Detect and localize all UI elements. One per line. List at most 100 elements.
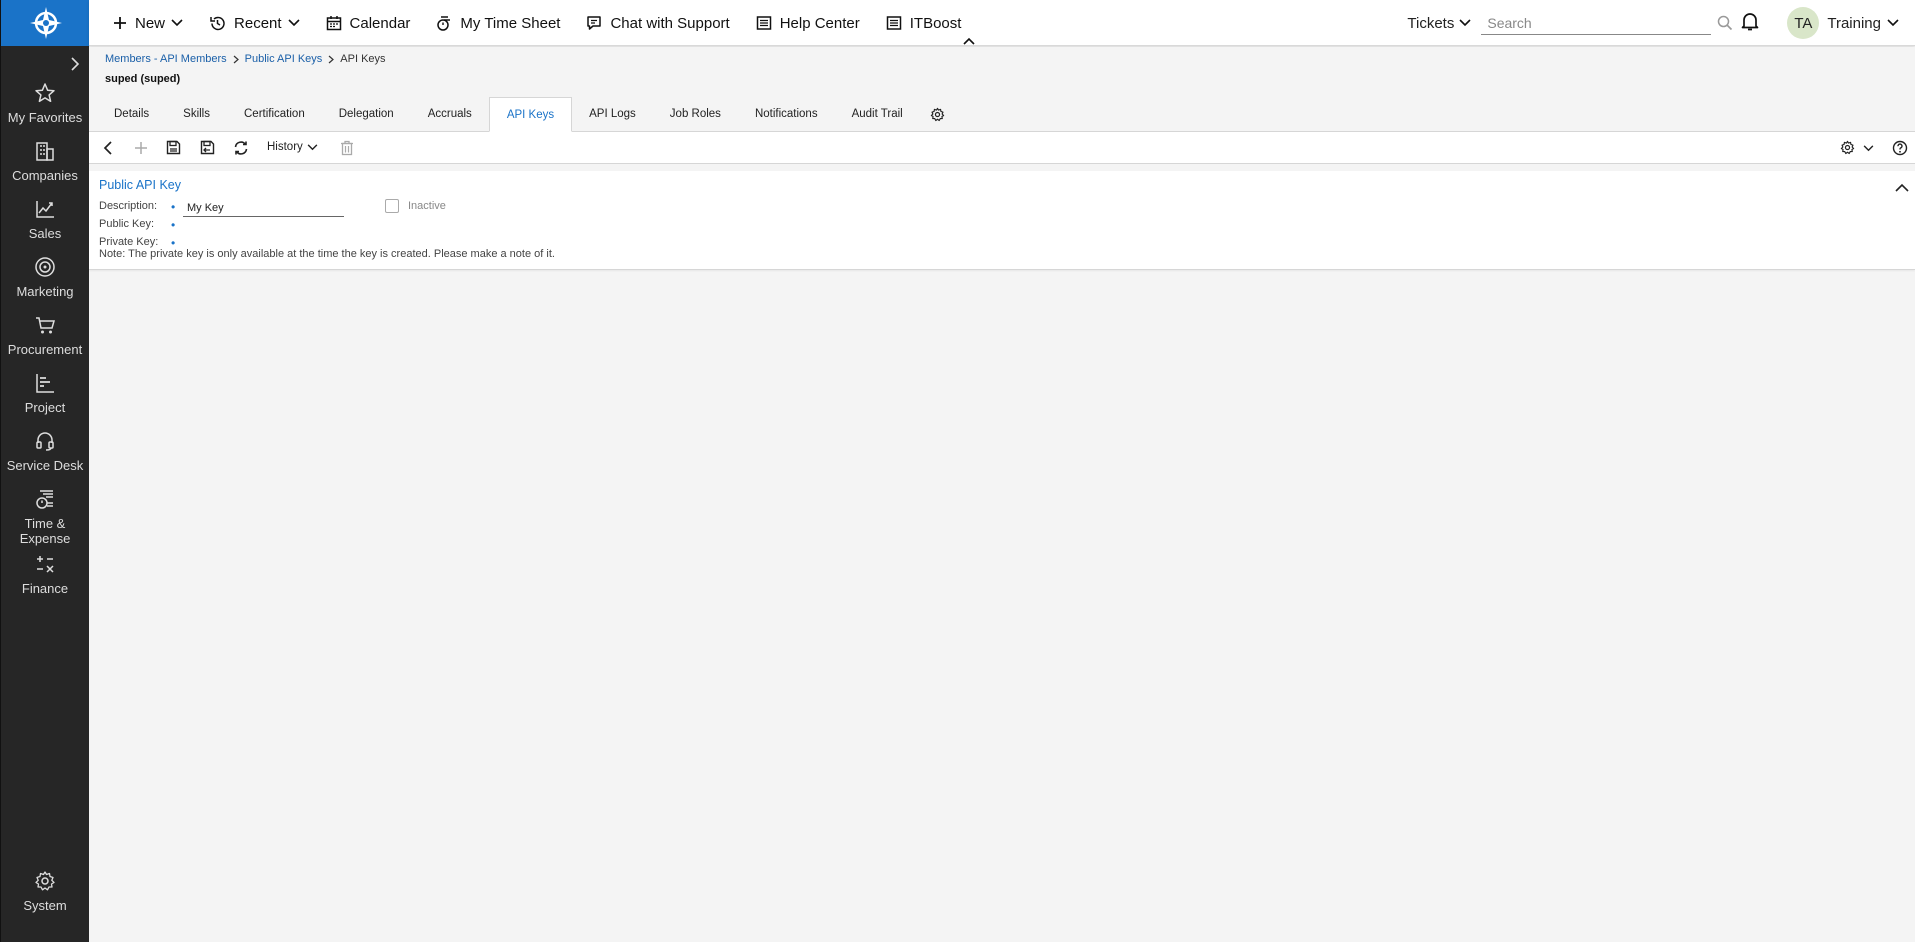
sidebar-item-system[interactable]: System <box>1 870 89 928</box>
inactive-checkbox-group[interactable]: Inactive <box>385 199 446 213</box>
sidebar-item-marketing[interactable]: Marketing <box>1 256 89 314</box>
delete-button[interactable] <box>340 140 354 161</box>
chat-label: Chat with Support <box>610 14 730 32</box>
sidebar-item-label: Finance <box>21 581 69 596</box>
public-key-label: Public Key: <box>99 218 155 230</box>
calendar-icon <box>326 16 341 31</box>
save-button[interactable] <box>166 140 181 160</box>
help-center-label: Help Center <box>779 14 860 32</box>
save-and-close-button[interactable] <box>200 140 215 160</box>
breadcrumb-link-public-api-keys[interactable]: Public API Keys <box>245 53 323 65</box>
description-input[interactable] <box>183 199 344 217</box>
compass-logo-icon <box>29 7 62 39</box>
sidebar-item-project[interactable]: Project <box>1 372 89 430</box>
sidebar-item-service-desk[interactable]: Service Desk <box>1 430 89 488</box>
notifications-button[interactable] <box>1741 11 1759 36</box>
history-menu-button[interactable]: History <box>267 141 318 153</box>
sidebar: My Favorites Companies Sales Marketing P… <box>0 0 90 942</box>
tab-audit-trail[interactable]: Audit Trail <box>835 97 920 131</box>
new-menu-button[interactable]: New <box>113 15 183 32</box>
gear-icon <box>1840 140 1855 155</box>
target-icon <box>35 257 55 277</box>
plus-icon <box>114 17 126 29</box>
chevron-right-icon <box>71 57 80 71</box>
tab-api-logs[interactable]: API Logs <box>572 97 653 131</box>
sidebar-item-finance[interactable]: Finance <box>1 553 89 611</box>
tab-certification[interactable]: Certification <box>227 97 322 131</box>
math-icon <box>37 556 54 573</box>
chevron-right-icon <box>328 55 335 63</box>
back-button[interactable] <box>101 140 115 161</box>
sidebar-expand-button[interactable] <box>1 46 89 82</box>
sidebar-item-sales[interactable]: Sales <box>1 198 89 256</box>
calendar-label: Calendar <box>349 14 411 32</box>
chevron-left-icon <box>103 141 112 155</box>
my-time-sheet-link[interactable]: My Time Sheet <box>436 15 560 32</box>
stopwatch-icon <box>437 16 451 31</box>
chevron-up-icon <box>963 37 975 45</box>
panel-collapse-button[interactable] <box>1895 179 1909 197</box>
tickets-label: Tickets <box>1407 14 1455 32</box>
tickets-menu-button[interactable]: Tickets <box>1407 15 1471 32</box>
plus-icon <box>135 142 147 154</box>
search-box <box>1481 11 1733 35</box>
help-center-link[interactable]: Help Center <box>756 15 860 32</box>
gear-icon <box>930 107 944 121</box>
sidebar-item-label: Marketing <box>16 284 74 299</box>
tab-accruals[interactable]: Accruals <box>411 97 489 131</box>
time-sheet-label: My Time Sheet <box>460 14 561 32</box>
building-icon <box>36 142 54 161</box>
private-key-label: Private Key: <box>99 236 159 248</box>
avatar[interactable]: TA <box>1787 7 1820 39</box>
sidebar-item-companies[interactable]: Companies <box>1 140 89 198</box>
sidebar-item-label: System <box>23 898 67 913</box>
chevron-down-icon <box>171 19 183 27</box>
calendar-link[interactable]: Calendar <box>326 14 411 32</box>
tab-settings[interactable] <box>920 97 955 131</box>
description-label: Description: <box>99 200 158 212</box>
required-marker: • <box>171 218 176 232</box>
top-bar: New Recent Calendar My Time Sheet Chat w… <box>89 0 1915 46</box>
tab-skills[interactable]: Skills <box>166 97 227 131</box>
search-icon[interactable] <box>1717 15 1733 31</box>
chart-icon <box>36 201 54 218</box>
inactive-checkbox[interactable] <box>385 199 399 213</box>
cart-icon <box>36 317 55 334</box>
sidebar-item-time-expense[interactable]: Time & Expense <box>1 488 89 553</box>
recent-menu-button[interactable]: Recent <box>209 15 300 32</box>
tab-api-keys[interactable]: API Keys <box>488 97 573 132</box>
add-button[interactable] <box>134 140 148 161</box>
sidebar-item-my-favorites[interactable]: My Favorites <box>1 82 89 140</box>
chevron-down-icon <box>1459 19 1471 27</box>
chevron-up-icon <box>1895 183 1909 192</box>
tab-details[interactable]: Details <box>97 97 166 131</box>
sidebar-item-label: Project <box>24 400 66 415</box>
sidebar-item-label: Sales <box>28 226 62 241</box>
breadcrumb-link-api-members[interactable]: Members - API Members <box>105 53 227 65</box>
tab-notifications[interactable]: Notifications <box>738 97 835 131</box>
search-input[interactable] <box>1481 14 1672 31</box>
app-logo[interactable] <box>1 0 90 46</box>
user-menu-button[interactable]: Training <box>1827 15 1899 32</box>
chat-icon <box>587 16 602 30</box>
sidebar-item-label: My Favorites <box>7 110 83 125</box>
itboost-link[interactable]: ITBoost <box>886 15 961 32</box>
document-list-icon <box>886 16 901 30</box>
sidebar-item-procurement[interactable]: Procurement <box>1 314 89 372</box>
toolbar-settings-button[interactable] <box>1840 140 1874 160</box>
chat-with-support-link[interactable]: Chat with Support <box>586 14 730 32</box>
chevron-down-icon <box>1887 19 1899 27</box>
private-key-note: Note: The private key is only available … <box>99 248 555 260</box>
panel-title[interactable]: Public API Key <box>99 178 181 192</box>
breadcrumb: Members - API Members Public API Keys AP… <box>105 53 386 65</box>
refresh-button[interactable] <box>233 140 249 161</box>
tab-job-roles[interactable]: Job Roles <box>653 97 738 131</box>
sidebar-item-label: Companies <box>12 168 78 183</box>
tab-delegation[interactable]: Delegation <box>322 97 411 131</box>
bell-icon <box>1742 12 1759 30</box>
help-button[interactable] <box>1892 140 1908 161</box>
history-label: History <box>267 141 303 153</box>
public-api-key-panel: Public API Key Description: • Inactive P… <box>89 171 1915 270</box>
help-icon <box>1892 140 1908 156</box>
sidebar-item-label: Service Desk <box>6 458 84 473</box>
